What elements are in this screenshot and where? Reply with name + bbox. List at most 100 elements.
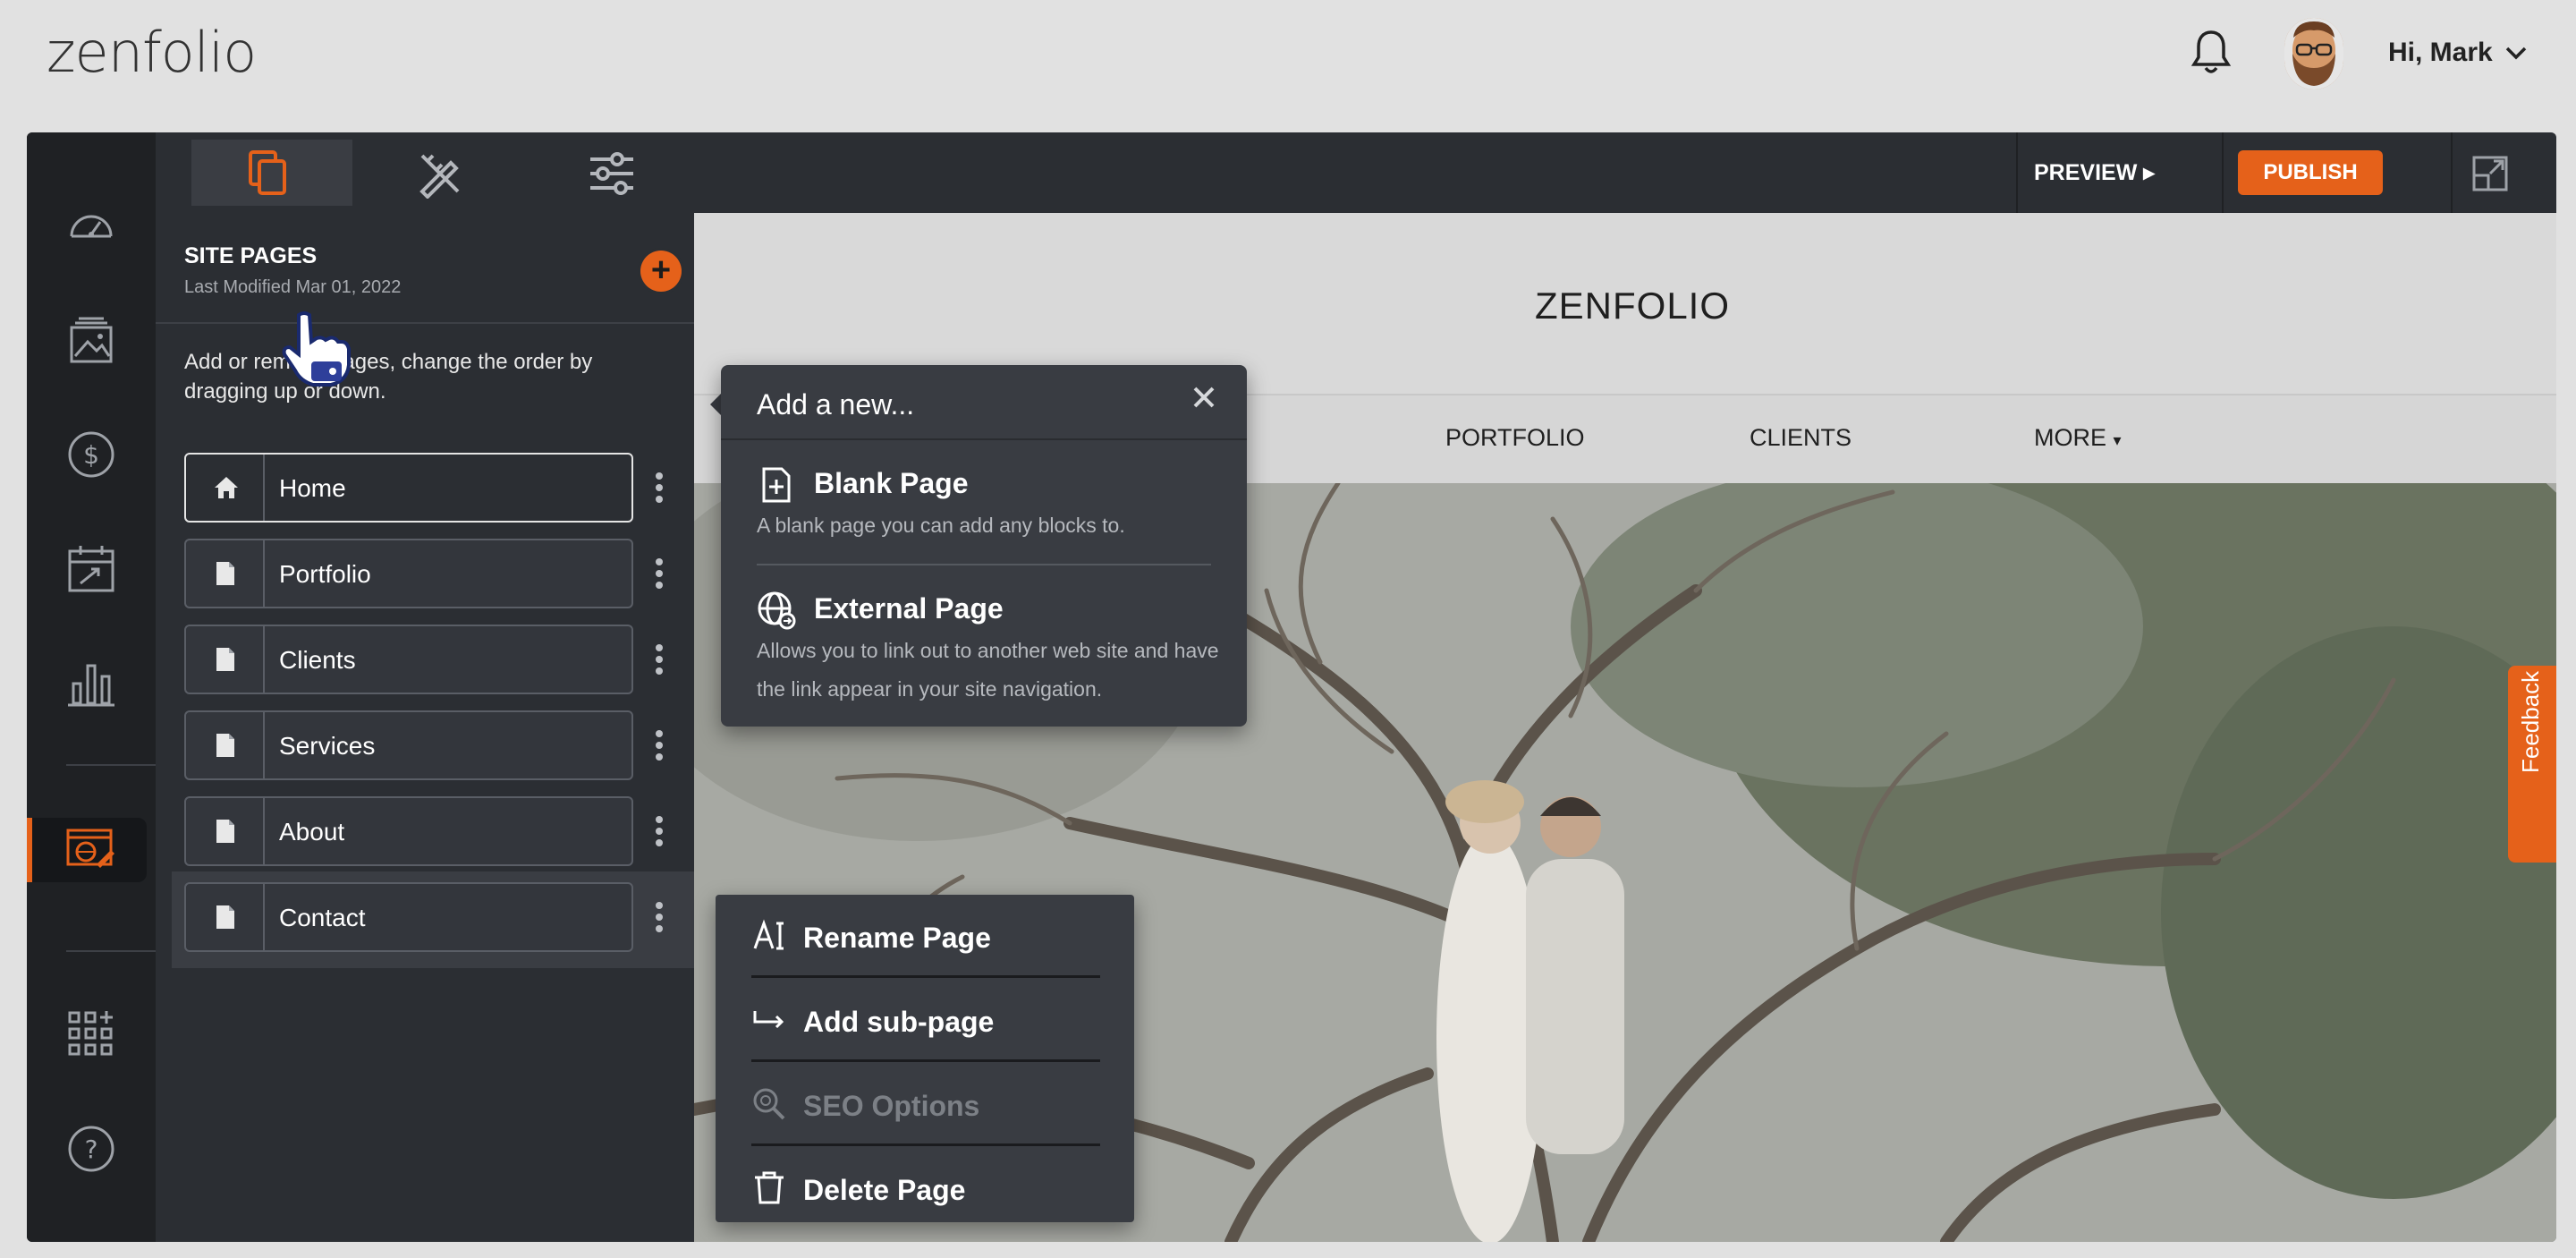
trash-icon bbox=[755, 1171, 784, 1204]
tab-settings[interactable] bbox=[533, 140, 694, 206]
blank-page-description: A blank page you can add any blocks to. bbox=[757, 514, 1125, 537]
user-greeting[interactable]: Hi, Mark bbox=[2388, 38, 2493, 68]
rename-text-icon bbox=[753, 919, 784, 950]
feedback-label: Feedback bbox=[2517, 670, 2544, 773]
rename-page-menu-item[interactable]: Rename Page bbox=[751, 895, 1100, 979]
add-page-popover: Add a new... Blank Page A blank page you… bbox=[721, 365, 1247, 727]
rail-divider bbox=[66, 950, 163, 952]
page-context-menu: Rename Page Add sub-page SEO Options Del… bbox=[716, 895, 1134, 1222]
document-icon bbox=[216, 648, 234, 671]
menu-divider bbox=[751, 1059, 1100, 1062]
feedback-tab[interactable]: Feedback bbox=[2508, 666, 2556, 863]
help-question-icon[interactable]: ? bbox=[64, 1122, 118, 1176]
apps-grid-icon[interactable] bbox=[64, 1007, 118, 1061]
popover-divider bbox=[721, 438, 1247, 440]
page-label: Clients bbox=[279, 646, 356, 674]
page-label: About bbox=[279, 818, 345, 846]
left-rail: $ ? bbox=[27, 132, 163, 1242]
preview-label: PREVIEW bbox=[2034, 160, 2138, 185]
zenfolio-logo[interactable]: zenfolio bbox=[47, 20, 257, 85]
notifications-bell-icon[interactable] bbox=[2190, 27, 2233, 77]
hand-pointer-cursor-icon bbox=[282, 311, 351, 387]
toolbar-divider bbox=[2451, 132, 2453, 213]
user-avatar[interactable] bbox=[2284, 18, 2343, 89]
sales-dollar-icon[interactable]: $ bbox=[64, 428, 118, 481]
svg-text:$: $ bbox=[83, 440, 99, 470]
play-icon: ▸ bbox=[2143, 160, 2155, 185]
popover-title: Add a new... bbox=[757, 388, 915, 421]
add-page-button[interactable]: + bbox=[640, 251, 682, 292]
gallery-image-icon[interactable] bbox=[64, 315, 118, 369]
expand-icon[interactable] bbox=[2472, 156, 2508, 191]
close-icon[interactable] bbox=[1190, 383, 1218, 412]
document-icon bbox=[216, 820, 234, 843]
dashboard-gauge-icon[interactable] bbox=[64, 200, 118, 254]
blank-page-option[interactable]: Blank Page bbox=[814, 467, 969, 500]
site-title[interactable]: ZENFOLIO bbox=[1535, 285, 1730, 327]
menu-divider bbox=[751, 975, 1100, 978]
editor-app: $ ? SITE PAGES Last Modified Mar 01, 202… bbox=[27, 132, 2556, 1242]
toolbar-divider bbox=[2016, 132, 2018, 213]
chevron-down-icon: ▾ bbox=[2113, 431, 2122, 449]
page-item-about[interactable]: About bbox=[184, 796, 633, 866]
add-sub-page-menu-item[interactable]: Add sub-page bbox=[751, 979, 1100, 1063]
document-icon bbox=[216, 734, 234, 757]
menu-label: Delete Page bbox=[803, 1174, 966, 1206]
menu-divider bbox=[751, 1143, 1100, 1146]
site-nav-item-portfolio[interactable]: PORTFOLIO bbox=[1445, 424, 1585, 452]
site-nav-item-clients[interactable]: CLIENTS bbox=[1750, 424, 1852, 452]
chevron-down-icon[interactable] bbox=[2504, 41, 2528, 64]
external-page-option[interactable]: External Page bbox=[814, 592, 1004, 625]
seo-options-menu-item[interactable]: SEO Options bbox=[751, 1063, 1100, 1147]
page-icon-cell bbox=[186, 540, 265, 607]
panel-title: SITE PAGES bbox=[184, 243, 318, 268]
page-label: Contact bbox=[279, 904, 366, 931]
home-icon bbox=[215, 477, 238, 498]
publish-button[interactable]: PUBLISH bbox=[2238, 150, 2383, 195]
editor-toolbar: PREVIEW ▸ PUBLISH bbox=[694, 132, 2556, 213]
panel-description: Add or remove pages, change the order by… bbox=[184, 350, 593, 404]
page-options-kebab[interactable] bbox=[653, 557, 665, 592]
document-icon bbox=[216, 562, 234, 585]
page-icon-cell bbox=[186, 626, 265, 693]
tab-pages[interactable] bbox=[191, 140, 352, 206]
page-item-home[interactable]: Home bbox=[184, 453, 633, 523]
page-label: Portfolio bbox=[279, 560, 371, 588]
page-options-kebab[interactable] bbox=[653, 814, 665, 850]
external-page-globe-icon[interactable] bbox=[757, 591, 796, 630]
design-tools-icon bbox=[419, 154, 460, 199]
menu-label: Rename Page bbox=[803, 922, 991, 954]
calendar-icon[interactable] bbox=[64, 542, 118, 596]
page-label: Services bbox=[279, 732, 376, 760]
page-item-contact[interactable]: Contact bbox=[184, 882, 633, 952]
external-page-description: Allows you to link out to another web si… bbox=[757, 639, 1219, 701]
page-item-portfolio[interactable]: Portfolio bbox=[184, 539, 633, 608]
site-nav-item-more[interactable]: MORE ▾ bbox=[2034, 424, 2122, 452]
delete-page-menu-item[interactable]: Delete Page bbox=[751, 1147, 1100, 1231]
svg-text:?: ? bbox=[85, 1135, 98, 1164]
popover-divider bbox=[757, 564, 1211, 565]
top-bar: zenfolio Hi, Mark bbox=[0, 0, 2576, 106]
site-pages-panel: SITE PAGES Last Modified Mar 01, 2022 + … bbox=[156, 132, 694, 1242]
website-editor-icon[interactable] bbox=[64, 823, 118, 877]
sub-page-arrow-icon bbox=[753, 1011, 784, 1029]
page-options-kebab[interactable] bbox=[653, 642, 665, 678]
more-label: MORE bbox=[2034, 424, 2106, 451]
rail-divider bbox=[66, 764, 163, 766]
blank-page-add-icon[interactable] bbox=[757, 465, 796, 505]
page-options-kebab[interactable] bbox=[653, 471, 665, 506]
seo-search-icon bbox=[753, 1088, 785, 1120]
page-label: Home bbox=[279, 474, 346, 502]
settings-sliders-icon bbox=[590, 152, 633, 195]
preview-button[interactable]: PREVIEW ▸ bbox=[2034, 159, 2155, 186]
toolbar-divider bbox=[2222, 132, 2224, 213]
stats-bar-chart-icon[interactable] bbox=[64, 657, 118, 710]
page-options-kebab[interactable] bbox=[653, 728, 665, 764]
menu-label: SEO Options bbox=[803, 1090, 980, 1122]
tab-design[interactable] bbox=[361, 140, 522, 206]
page-icon-cell bbox=[186, 798, 265, 864]
page-options-kebab[interactable] bbox=[653, 900, 665, 936]
page-icon-cell bbox=[186, 455, 265, 521]
page-item-clients[interactable]: Clients bbox=[184, 625, 633, 694]
page-item-services[interactable]: Services bbox=[184, 710, 633, 780]
